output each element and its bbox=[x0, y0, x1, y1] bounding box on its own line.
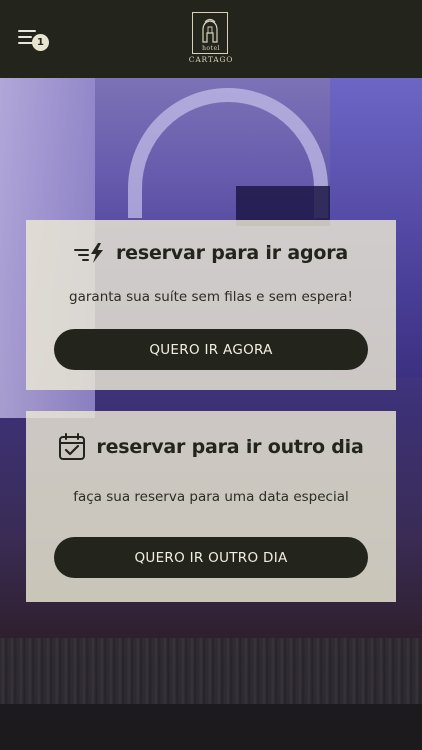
reserve-now-title-row: reservar para ir agora bbox=[26, 242, 396, 264]
reserve-now-title: reservar para ir agora bbox=[115, 242, 348, 264]
notification-badge: 1 bbox=[32, 34, 49, 51]
hamburger-icon bbox=[18, 30, 36, 32]
reserve-later-title-row: reservar para ir outro dia bbox=[26, 433, 396, 461]
reserve-now-subtitle: garanta sua suíte sem filas e sem espera… bbox=[69, 289, 353, 305]
reserve-now-card: reservar para ir agora garanta sua suíte… bbox=[26, 220, 396, 390]
hotel-logo[interactable]: hotel CARTAGO bbox=[186, 12, 236, 66]
quero-ir-agora-button[interactable]: QUERO IR AGORA bbox=[54, 329, 368, 370]
hamburger-icon-line bbox=[18, 36, 32, 38]
app-header: 1 hotel CARTAGO bbox=[0, 0, 422, 78]
menu-button[interactable]: 1 bbox=[16, 28, 50, 54]
fast-lightning-icon bbox=[73, 243, 103, 263]
decor-floor bbox=[0, 638, 422, 708]
reserve-later-title: reservar para ir outro dia bbox=[96, 436, 364, 458]
logo-text-name: CARTAGO bbox=[188, 55, 234, 64]
decor-bottom bbox=[0, 704, 422, 750]
calendar-check-icon bbox=[59, 433, 86, 460]
reserve-later-subtitle: faça sua reserva para uma data especial bbox=[73, 489, 349, 505]
reserve-later-card: reservar para ir outro dia faça sua rese… bbox=[26, 411, 396, 602]
helmet-icon bbox=[202, 18, 218, 43]
logo-text-hotel: hotel bbox=[202, 45, 220, 52]
quero-ir-outro-dia-button[interactable]: QUERO IR OUTRO DIA bbox=[54, 537, 368, 578]
